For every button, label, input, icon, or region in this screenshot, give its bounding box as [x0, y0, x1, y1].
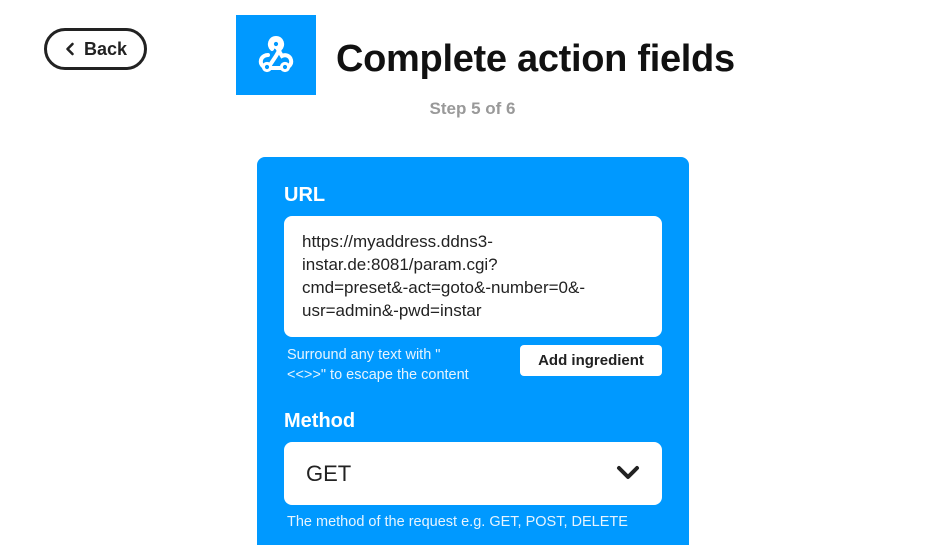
url-input[interactable]: https://myaddress.ddns3- instar.de:8081/…	[284, 216, 662, 337]
back-button-label: Back	[83, 38, 128, 59]
add-ingredient-button[interactable]: Add ingredient	[520, 345, 662, 376]
url-helper-text: Surround any text with " <<>>" to escape…	[287, 345, 512, 385]
url-input-line: https://myaddress.ddns3-	[302, 232, 493, 251]
page: Back Complete action fields Step 5 of 6 …	[0, 0, 943, 545]
url-input-line: cmd=preset&-act=goto&-number=0&-	[302, 278, 586, 297]
action-fields-form: URL https://myaddress.ddns3- instar.de:8…	[257, 157, 689, 545]
url-input-line: usr=admin&-pwd=instar	[302, 301, 482, 320]
page-title: Complete action fields	[336, 38, 735, 80]
step-indicator: Step 5 of 6	[0, 99, 943, 119]
method-selected-value: GET	[306, 460, 352, 486]
method-select[interactable]: GET	[284, 442, 662, 505]
webhooks-icon	[236, 15, 316, 95]
method-field-label: Method	[284, 410, 356, 432]
method-helper-text: The method of the request e.g. GET, POST…	[287, 514, 628, 530]
url-helper-line: <<>>" to escape the content	[287, 367, 469, 383]
chevron-left-icon	[64, 42, 76, 56]
step-indicator-text: Step 5 of 6	[429, 99, 516, 118]
back-button[interactable]: Back	[44, 28, 147, 70]
url-field-label: URL	[284, 184, 326, 206]
chevron-down-icon	[616, 461, 640, 487]
url-helper-line: Surround any text with "	[287, 347, 441, 363]
url-input-line: instar.de:8081/param.cgi?	[302, 255, 498, 274]
